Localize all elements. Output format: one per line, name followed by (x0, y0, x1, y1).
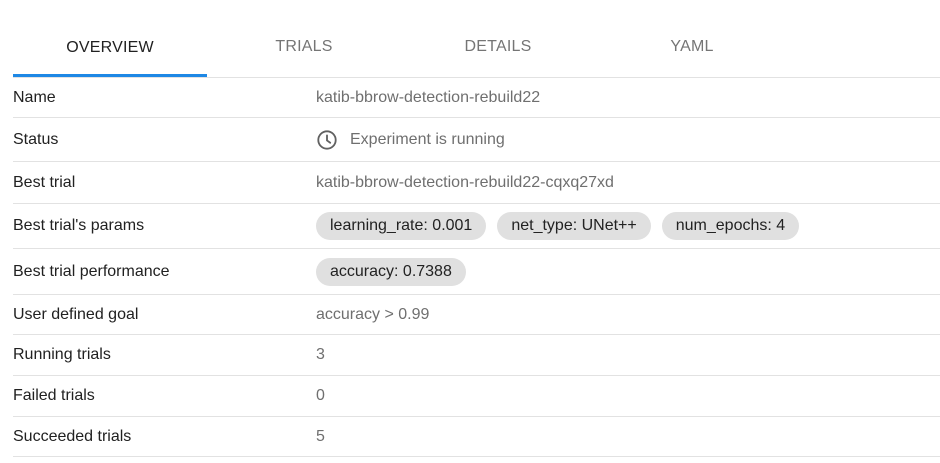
row-best-trial-params: Best trial's params learning_rate: 0.001… (13, 204, 940, 249)
row-failed-trials: Failed trials 0 (13, 376, 940, 417)
tab-overview[interactable]: OVERVIEW (13, 18, 207, 77)
row-running-trials: Running trials 3 (13, 335, 940, 376)
failed-trials-label: Failed trials (13, 387, 95, 404)
name-label: Name (13, 88, 56, 106)
best-trial-performance-label: Best trial performance (13, 262, 170, 280)
param-chip-num-epochs[interactable]: num_epochs: 4 (661, 212, 800, 240)
param-chip-net-type[interactable]: net_type: UNet++ (497, 212, 651, 240)
failed-trials-value: 0 (316, 387, 325, 404)
user-defined-goal-label: User defined goal (13, 305, 139, 323)
param-chip-learning-rate[interactable]: learning_rate: 0.001 (316, 212, 487, 240)
user-defined-goal-value: accuracy > 0.99 (316, 305, 430, 323)
experiment-overview-page: OVERVIEW TRIALS DETAILS YAML Name katib-… (0, 0, 940, 463)
row-best-trial-performance: Best trial performance accuracy: 0.7388 (13, 249, 940, 295)
status-label: Status (13, 130, 59, 148)
row-name: Name katib-bbrow-detection-rebuild22 (13, 78, 940, 118)
running-trials-value: 3 (316, 346, 325, 363)
overview-table: Name katib-bbrow-detection-rebuild22 Sta… (13, 78, 940, 457)
best-trial-value: katib-bbrow-detection-rebuild22-cqxq27xd (316, 173, 614, 191)
row-best-trial: Best trial katib-bbrow-detection-rebuild… (13, 162, 940, 204)
tab-overview-label: OVERVIEW (66, 38, 154, 56)
status-value: Experiment is running (350, 130, 505, 148)
tab-yaml-label: YAML (670, 38, 714, 55)
tab-trials-label: TRIALS (275, 38, 333, 55)
running-trials-label: Running trials (13, 346, 111, 363)
clock-icon (316, 129, 338, 151)
tab-details-label: DETAILS (464, 38, 532, 55)
row-user-defined-goal: User defined goal accuracy > 0.99 (13, 295, 940, 335)
status-value-container: Experiment is running (316, 129, 505, 151)
tab-bar: OVERVIEW TRIALS DETAILS YAML (13, 18, 940, 78)
best-trial-params-chips: learning_rate: 0.001 net_type: UNet++ nu… (316, 212, 810, 240)
best-trial-performance-chips: accuracy: 0.7388 (316, 257, 477, 286)
row-succeeded-trials: Succeeded trials 5 (13, 417, 940, 457)
best-trial-label: Best trial (13, 173, 76, 191)
tab-yaml[interactable]: YAML (595, 18, 789, 76)
succeeded-trials-value: 5 (316, 427, 325, 445)
row-status: Status Experiment is running (13, 118, 940, 162)
tab-details[interactable]: DETAILS (401, 18, 595, 76)
best-trial-params-label: Best trial's params (13, 217, 145, 234)
succeeded-trials-label: Succeeded trials (13, 427, 132, 445)
metric-chip-accuracy[interactable]: accuracy: 0.7388 (316, 257, 466, 286)
name-value: katib-bbrow-detection-rebuild22 (316, 88, 541, 106)
tab-trials[interactable]: TRIALS (207, 18, 401, 76)
